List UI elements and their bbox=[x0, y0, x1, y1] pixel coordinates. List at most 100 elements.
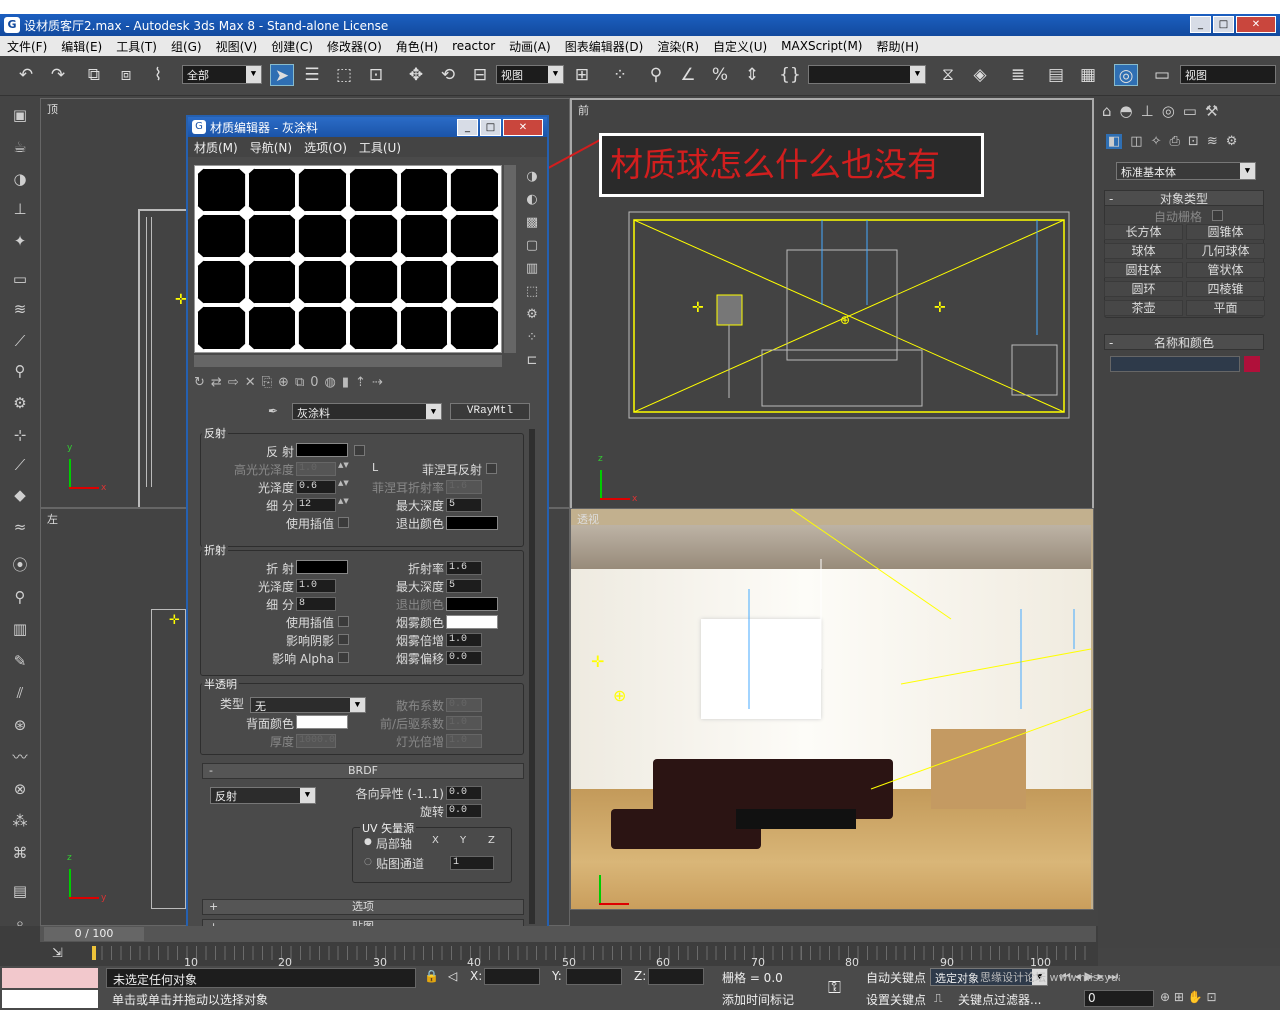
axis-x-button[interactable]: X bbox=[432, 835, 439, 846]
object-type-rollout-header[interactable]: - 对象类型 bbox=[1104, 190, 1264, 206]
menu-options[interactable]: 选项(O) bbox=[304, 139, 347, 156]
ior-field[interactable]: 1.6 bbox=[446, 561, 482, 575]
reflect-exit-color-swatch[interactable] bbox=[446, 516, 498, 530]
refract-color-swatch[interactable] bbox=[296, 560, 348, 574]
axis-z-button[interactable]: Z bbox=[488, 835, 495, 846]
teapot-button[interactable]: 茶壶 bbox=[1104, 300, 1183, 316]
geosphere-button[interactable]: 几何球体 bbox=[1186, 243, 1265, 259]
box-button[interactable]: 长方体 bbox=[1104, 224, 1183, 240]
radio-unselected-icon[interactable]: ○ bbox=[364, 857, 372, 867]
sample-slot[interactable] bbox=[399, 306, 449, 350]
spacewarps-icon[interactable]: ≋ bbox=[1207, 134, 1218, 149]
spinner-icon[interactable]: ▲▼ bbox=[338, 480, 349, 494]
helpers-icon[interactable]: ⊡ bbox=[1188, 134, 1199, 149]
key-filters-button[interactable]: 关键点过滤器... bbox=[958, 991, 1041, 1008]
get-material-icon[interactable]: ↻ bbox=[194, 375, 205, 397]
cylinder-button[interactable]: 圆柱体 bbox=[1104, 262, 1183, 278]
cone-button[interactable]: 圆锥体 bbox=[1186, 224, 1265, 240]
axis-y-button[interactable]: Y bbox=[460, 835, 466, 846]
time-slider-thumb[interactable]: 0 / 100 bbox=[44, 927, 144, 941]
fresnel-ior-field[interactable]: 1.6 bbox=[446, 480, 482, 494]
material-type-button[interactable]: VRayMtl bbox=[450, 403, 530, 420]
scatter-field[interactable]: 0.0 bbox=[446, 698, 482, 712]
video-color-icon[interactable]: ▥ bbox=[522, 259, 542, 279]
lock-l-button[interactable]: L bbox=[372, 461, 378, 474]
brdf-type-dropdown[interactable]: 反射 ▼ bbox=[210, 787, 316, 804]
go-forward-icon[interactable]: ⇢ bbox=[372, 375, 383, 397]
sample-slot[interactable] bbox=[247, 306, 297, 350]
sample-slot[interactable] bbox=[298, 168, 347, 212]
y-coord-field[interactable] bbox=[566, 968, 622, 985]
slots-hscrollbar[interactable] bbox=[194, 355, 502, 367]
absolute-mode-icon[interactable]: ◁ bbox=[448, 969, 457, 983]
close-button[interactable]: ✕ bbox=[503, 119, 543, 136]
key-mode-icon[interactable]: ⎍ bbox=[934, 991, 942, 1006]
refract-max-depth-field[interactable]: 5 bbox=[446, 579, 482, 593]
sample-slot[interactable] bbox=[298, 214, 347, 258]
sample-slot[interactable] bbox=[349, 214, 398, 258]
sample-slot[interactable] bbox=[399, 168, 449, 212]
lights-icon[interactable]: ✧ bbox=[1151, 134, 1162, 149]
motion-tab-icon[interactable]: ◎ bbox=[1162, 102, 1175, 120]
refract-exit-color-swatch[interactable] bbox=[446, 597, 498, 611]
copy-material-icon[interactable]: ⎘ bbox=[262, 375, 272, 397]
params-scrollbar[interactable] bbox=[529, 429, 535, 924]
current-frame-field[interactable]: 0 bbox=[1084, 990, 1154, 1007]
sample-slot[interactable] bbox=[450, 168, 499, 212]
map-channel-field[interactable]: 1 bbox=[450, 856, 494, 870]
maxscript-mini[interactable] bbox=[2, 990, 98, 1008]
sample-slot[interactable] bbox=[450, 214, 499, 258]
eyedropper-icon[interactable]: ✒ bbox=[268, 404, 278, 418]
create-tab-icon[interactable]: ⌂ bbox=[1102, 102, 1112, 120]
time-slider-track[interactable]: 0 / 100 bbox=[40, 926, 1096, 942]
reflect-color-swatch[interactable] bbox=[296, 443, 348, 457]
go-to-parent-icon[interactable]: ⇡ bbox=[355, 375, 366, 397]
sample-slot[interactable] bbox=[247, 214, 297, 258]
assign-material-icon[interactable]: ⇨ bbox=[228, 375, 239, 397]
sample-slot[interactable] bbox=[450, 260, 499, 304]
sample-slot[interactable] bbox=[197, 306, 246, 350]
radio-selected-icon[interactable]: ● bbox=[364, 837, 372, 847]
add-time-tag-button[interactable]: 添加时间标记 bbox=[722, 991, 794, 1008]
select-by-material-icon[interactable]: ⁘ bbox=[522, 328, 542, 348]
reflect-subdivs-field[interactable]: 12 bbox=[296, 498, 336, 512]
sphere-button[interactable]: 球体 bbox=[1104, 243, 1183, 259]
sample-slot[interactable] bbox=[298, 260, 347, 304]
backlight-icon[interactable]: ◐ bbox=[522, 190, 542, 210]
background-icon[interactable]: ▩ bbox=[522, 213, 542, 233]
sample-slot[interactable] bbox=[247, 168, 297, 212]
tube-button[interactable]: 管状体 bbox=[1186, 262, 1265, 278]
spinner-icon[interactable]: ▲▼ bbox=[338, 462, 349, 476]
gloss-field[interactable]: 0.6 bbox=[296, 480, 336, 494]
lock-icon[interactable]: 🔒 bbox=[424, 969, 439, 983]
object-color-swatch[interactable] bbox=[1244, 356, 1260, 372]
fog-bias-field[interactable]: 0.0 bbox=[446, 651, 482, 665]
torus-button[interactable]: 圆环 bbox=[1104, 281, 1183, 297]
spinner-icon[interactable]: ▲▼ bbox=[338, 498, 349, 512]
make-preview-icon[interactable]: ⬚ bbox=[522, 282, 542, 302]
viewport-nav-icon[interactable]: ⊕ ⊞ ✋ ⊡ bbox=[1160, 990, 1217, 1004]
sample-slot[interactable] bbox=[197, 260, 246, 304]
object-name-field[interactable] bbox=[1110, 356, 1240, 372]
sample-slot[interactable] bbox=[349, 306, 398, 350]
refract-subdivs-field[interactable]: 8 bbox=[296, 597, 336, 611]
geometry-icon[interactable]: ◧ bbox=[1106, 134, 1123, 149]
sample-slot[interactable] bbox=[197, 168, 246, 212]
fresnel-checkbox[interactable] bbox=[486, 463, 497, 474]
options-rollout-header[interactable]: + 选项 bbox=[202, 899, 524, 915]
effects-channel-icon[interactable]: 0 bbox=[310, 375, 318, 397]
light-mult-field[interactable]: 1.0 bbox=[446, 734, 482, 748]
menu-utilities[interactable]: 工具(U) bbox=[359, 139, 401, 156]
affect-alpha-checkbox[interactable] bbox=[338, 652, 349, 663]
show-map-icon[interactable]: ◍ bbox=[325, 375, 336, 397]
brdf-rollout-header[interactable]: - BRDF bbox=[202, 763, 524, 779]
minimize-button[interactable]: _ bbox=[457, 119, 478, 136]
sample-slot[interactable] bbox=[298, 306, 347, 350]
auto-key-button[interactable]: 自动关键点 bbox=[866, 969, 926, 986]
reflect-use-interp-checkbox[interactable] bbox=[338, 517, 349, 528]
sample-slot[interactable] bbox=[247, 260, 297, 304]
modify-tab-icon[interactable]: ◓ bbox=[1120, 102, 1133, 120]
material-name-field[interactable]: 灰涂料 ▼ bbox=[292, 403, 442, 421]
sample-slot[interactable] bbox=[349, 168, 398, 212]
options-icon[interactable]: ⚙ bbox=[522, 305, 542, 325]
